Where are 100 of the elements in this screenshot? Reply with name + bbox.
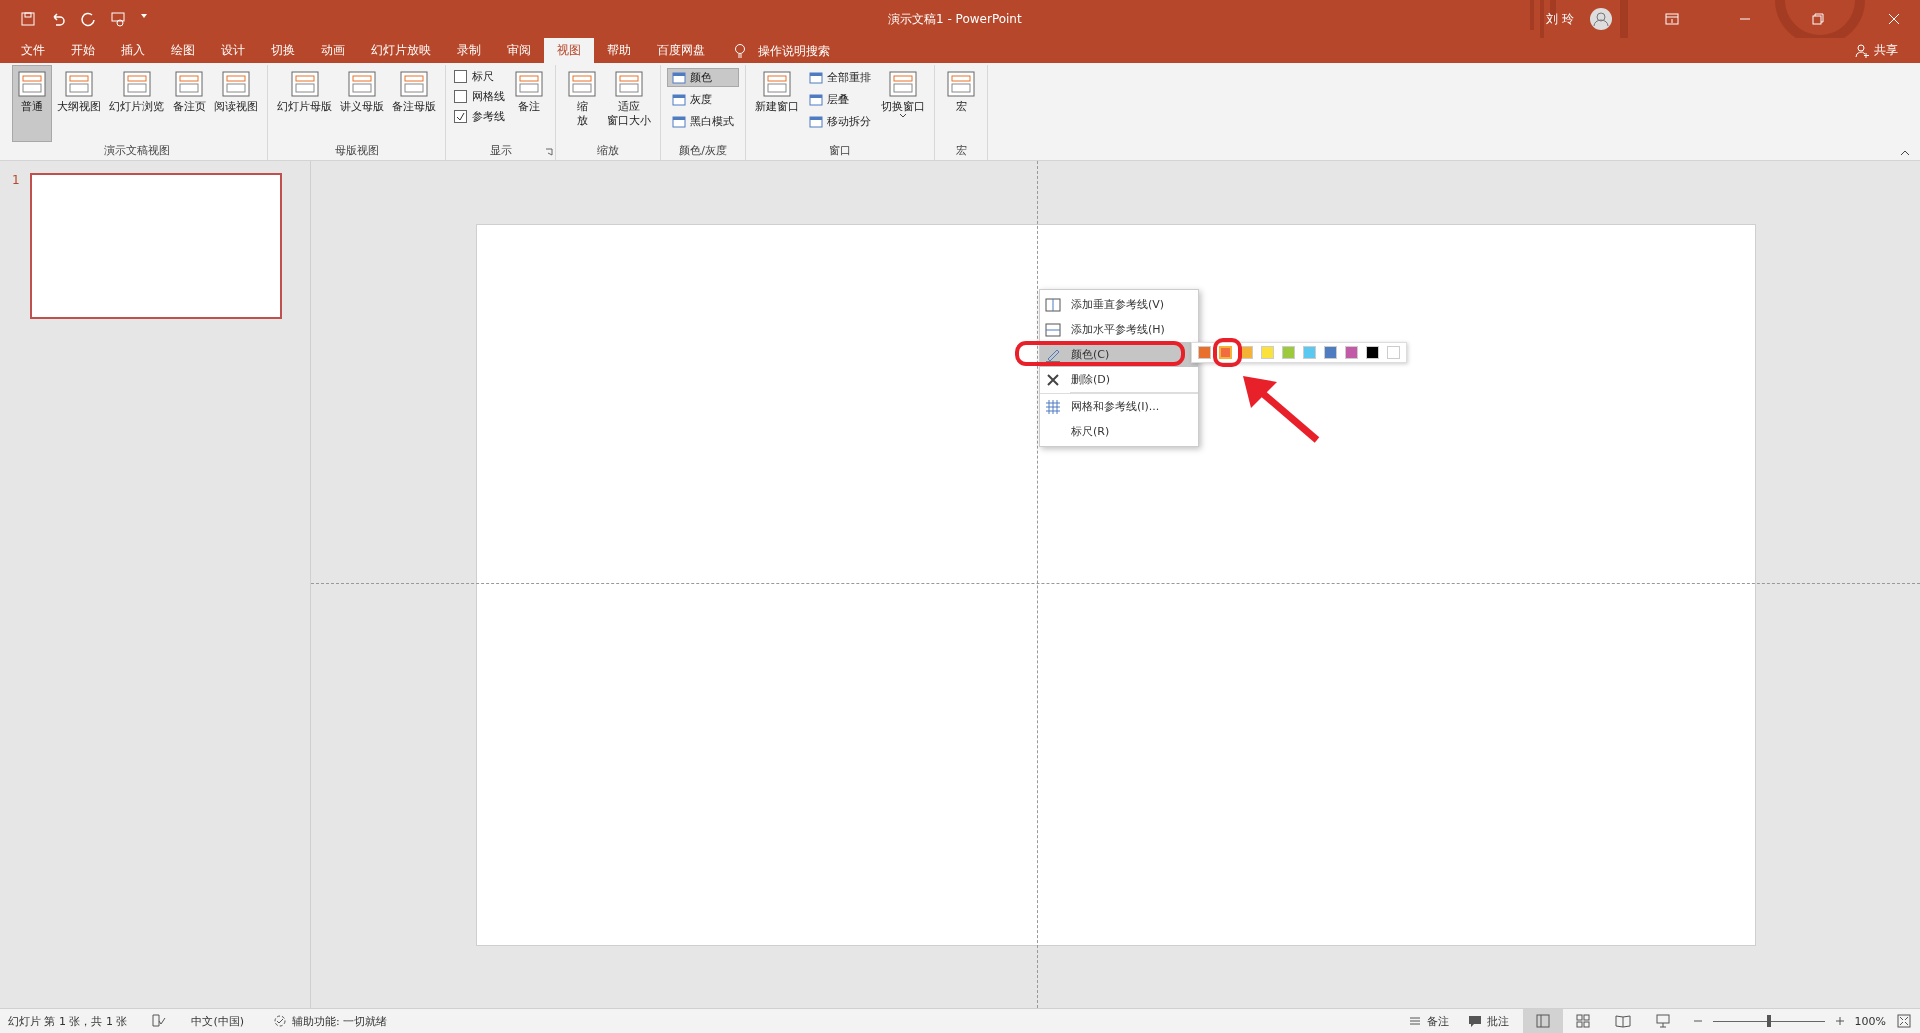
ribbon-tab[interactable]: 帮助 — [594, 38, 644, 63]
ribbon-button[interactable]: 黑白模式 — [667, 112, 739, 131]
highlight-circle-drawing — [1213, 338, 1242, 367]
view-button[interactable] — [1522, 1009, 1563, 1033]
horizontal-guide[interactable] — [311, 583, 1920, 584]
color-swatch[interactable] — [1198, 346, 1211, 359]
menu-item[interactable]: 删除(D) — [1040, 367, 1198, 392]
ribbon-button[interactable]: 备注页 — [169, 65, 209, 142]
notes-button[interactable]: 备注 — [1402, 1013, 1453, 1029]
vertical-guide-icon — [1045, 296, 1061, 313]
ribbon-tab[interactable]: 切换 — [258, 38, 308, 63]
checkbox[interactable]: 标尺 — [452, 68, 507, 85]
view-icon — [289, 69, 320, 99]
ribbon-tab[interactable]: 文件 — [8, 38, 58, 63]
ribbon-tab[interactable]: 录制 — [444, 38, 494, 63]
group-label: 宏 — [954, 143, 968, 159]
minimize-icon — [1740, 18, 1750, 20]
ribbon-tab[interactable]: 设计 — [208, 38, 258, 63]
horizontal-guide-icon — [1045, 321, 1061, 338]
ribbon-button[interactable]: 适应 窗口大小 — [604, 65, 654, 142]
checkbox[interactable]: 网格线 — [452, 88, 507, 105]
view-icon — [888, 69, 918, 99]
group-label: 窗口 — [828, 143, 852, 159]
ribbon-tab[interactable]: 插入 — [108, 38, 158, 63]
ribbon-button[interactable]: 层叠 — [804, 90, 876, 109]
group-label: 颜色/灰度 — [678, 143, 728, 159]
window-icon — [672, 93, 686, 106]
search-field[interactable]: 操作说明搜索 — [756, 42, 870, 59]
ribbon-button[interactable]: 灰度 — [667, 90, 739, 109]
comments-button[interactable]: 批注 — [1462, 1013, 1513, 1029]
color-swatch[interactable] — [1345, 346, 1358, 359]
ribbon-tab[interactable]: 动画 — [308, 38, 358, 63]
window-title: 演示文稿1 - PowerPoint — [888, 10, 1022, 28]
color-swatch[interactable] — [1261, 346, 1274, 359]
accessibility-status[interactable]: 辅助功能: 一切就绪 — [268, 1013, 392, 1029]
ribbon-button[interactable]: 幻灯片母版 — [274, 65, 335, 142]
lightbulb-icon — [732, 42, 748, 59]
view-icon — [221, 69, 251, 99]
menu-item[interactable]: 添加水平参考线(H) — [1040, 317, 1198, 342]
ribbon-button[interactable]: 大纲视图 — [54, 65, 104, 142]
group-label: 母版视图 — [333, 143, 380, 159]
ribbon-button[interactable]: 备注母版 — [389, 65, 439, 142]
window-icon — [809, 115, 823, 128]
group-label: 缩放 — [596, 143, 620, 159]
ribbon-button[interactable]: 阅读视图 — [211, 65, 261, 142]
color-swatch[interactable] — [1324, 346, 1337, 359]
zoom-level[interactable]: 100% — [1854, 1014, 1886, 1028]
ribbon-button[interactable]: 颜色 — [667, 68, 739, 87]
color-swatch[interactable] — [1387, 346, 1400, 359]
add-person-icon — [1854, 42, 1870, 59]
color-swatch[interactable] — [1282, 346, 1295, 359]
collapse-ribbon-icon — [1900, 150, 1910, 156]
ribbon-tab[interactable]: 百度网盘 — [644, 38, 718, 63]
color-swatch[interactable] — [1303, 346, 1316, 359]
ribbon-button[interactable]: 缩 放 — [562, 65, 602, 142]
spell-check-icon — [151, 1013, 168, 1029]
presentation-icon — [1654, 1013, 1671, 1029]
ribbon-button[interactable]: 新建窗口 — [752, 65, 802, 142]
delete-icon — [1045, 371, 1061, 388]
check-icon — [456, 112, 465, 121]
ribbon-button[interactable]: 讲义母版 — [337, 65, 387, 142]
slide-count: 幻灯片 第 1 张，共 1 张 — [8, 1013, 128, 1029]
comment-icon — [1466, 1013, 1483, 1029]
customize-icon — [140, 11, 148, 19]
view-icon — [399, 69, 429, 99]
view-icon — [514, 69, 544, 99]
normal-view-icon — [1534, 1013, 1551, 1029]
user-name[interactable]: 刘 玲 — [1546, 10, 1574, 28]
slide-number: 1 — [12, 173, 20, 189]
slide-thumbnail[interactable] — [29, 173, 282, 319]
window-icon — [809, 71, 823, 84]
ribbon-tab[interactable]: 幻灯片放映 — [358, 38, 444, 63]
ribbon-tab[interactable]: 绘图 — [158, 38, 208, 63]
menu-item[interactable]: 网格和参考线(I)... — [1040, 393, 1198, 419]
ribbon-tab[interactable]: 视图 — [544, 38, 594, 63]
share-button[interactable]: 共享 — [1848, 38, 1904, 63]
window-icon — [809, 93, 823, 106]
color-swatch[interactable] — [1219, 346, 1232, 359]
save-icon — [20, 11, 36, 27]
vertical-guide[interactable] — [1037, 161, 1038, 1008]
restore-icon — [1810, 11, 1826, 27]
language-label[interactable]: 中文(中国) — [191, 1013, 245, 1029]
ribbon-button[interactable]: 切换窗口 — [878, 65, 928, 142]
color-swatch[interactable] — [1366, 346, 1379, 359]
group-label: 演示文稿视图 — [102, 143, 171, 159]
ribbon-button[interactable]: 普通 — [12, 65, 52, 142]
ribbon-tab[interactable]: 开始 — [58, 38, 108, 63]
ribbon-tab[interactable]: 审阅 — [494, 38, 544, 63]
slide-sorter-icon — [1574, 1013, 1591, 1029]
ribbon-button[interactable]: 宏 — [941, 65, 981, 142]
view-icon — [567, 69, 597, 99]
ribbon-button[interactable]: 移动拆分 — [804, 112, 876, 131]
zoom-slider-thumb[interactable] — [1766, 1015, 1771, 1027]
menu-item[interactable]: 添加垂直参考线(V) — [1040, 292, 1198, 317]
ribbon-button[interactable]: 幻灯片浏览 — [106, 65, 167, 142]
checkbox[interactable]: 参考线 — [452, 108, 507, 125]
menu-item[interactable]: 标尺(R) — [1040, 419, 1198, 444]
zoom-in-icon — [1834, 1016, 1845, 1026]
ribbon-button[interactable]: 备注 — [509, 65, 549, 142]
ribbon-button[interactable]: 全部重排 — [804, 68, 876, 87]
